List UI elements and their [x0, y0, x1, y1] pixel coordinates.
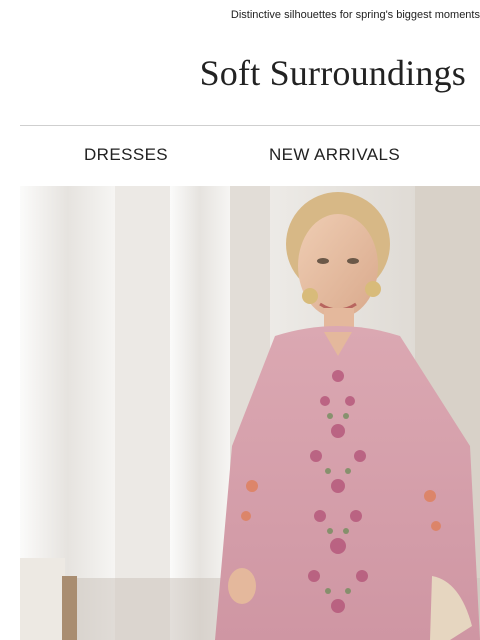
hero-image[interactable]	[20, 186, 480, 640]
category-nav: DRESSES NEW ARRIVALS	[0, 145, 480, 169]
promo-banner-text[interactable]: Distinctive silhouettes for spring's big…	[231, 9, 480, 21]
nav-item-new-arrivals[interactable]: NEW ARRIVALS	[269, 145, 400, 165]
hero-photo-illustration	[20, 186, 480, 640]
brand-logo[interactable]: Soft Surroundings	[200, 52, 466, 94]
nav-item-dresses[interactable]: DRESSES	[84, 145, 168, 165]
header-divider	[20, 125, 480, 126]
